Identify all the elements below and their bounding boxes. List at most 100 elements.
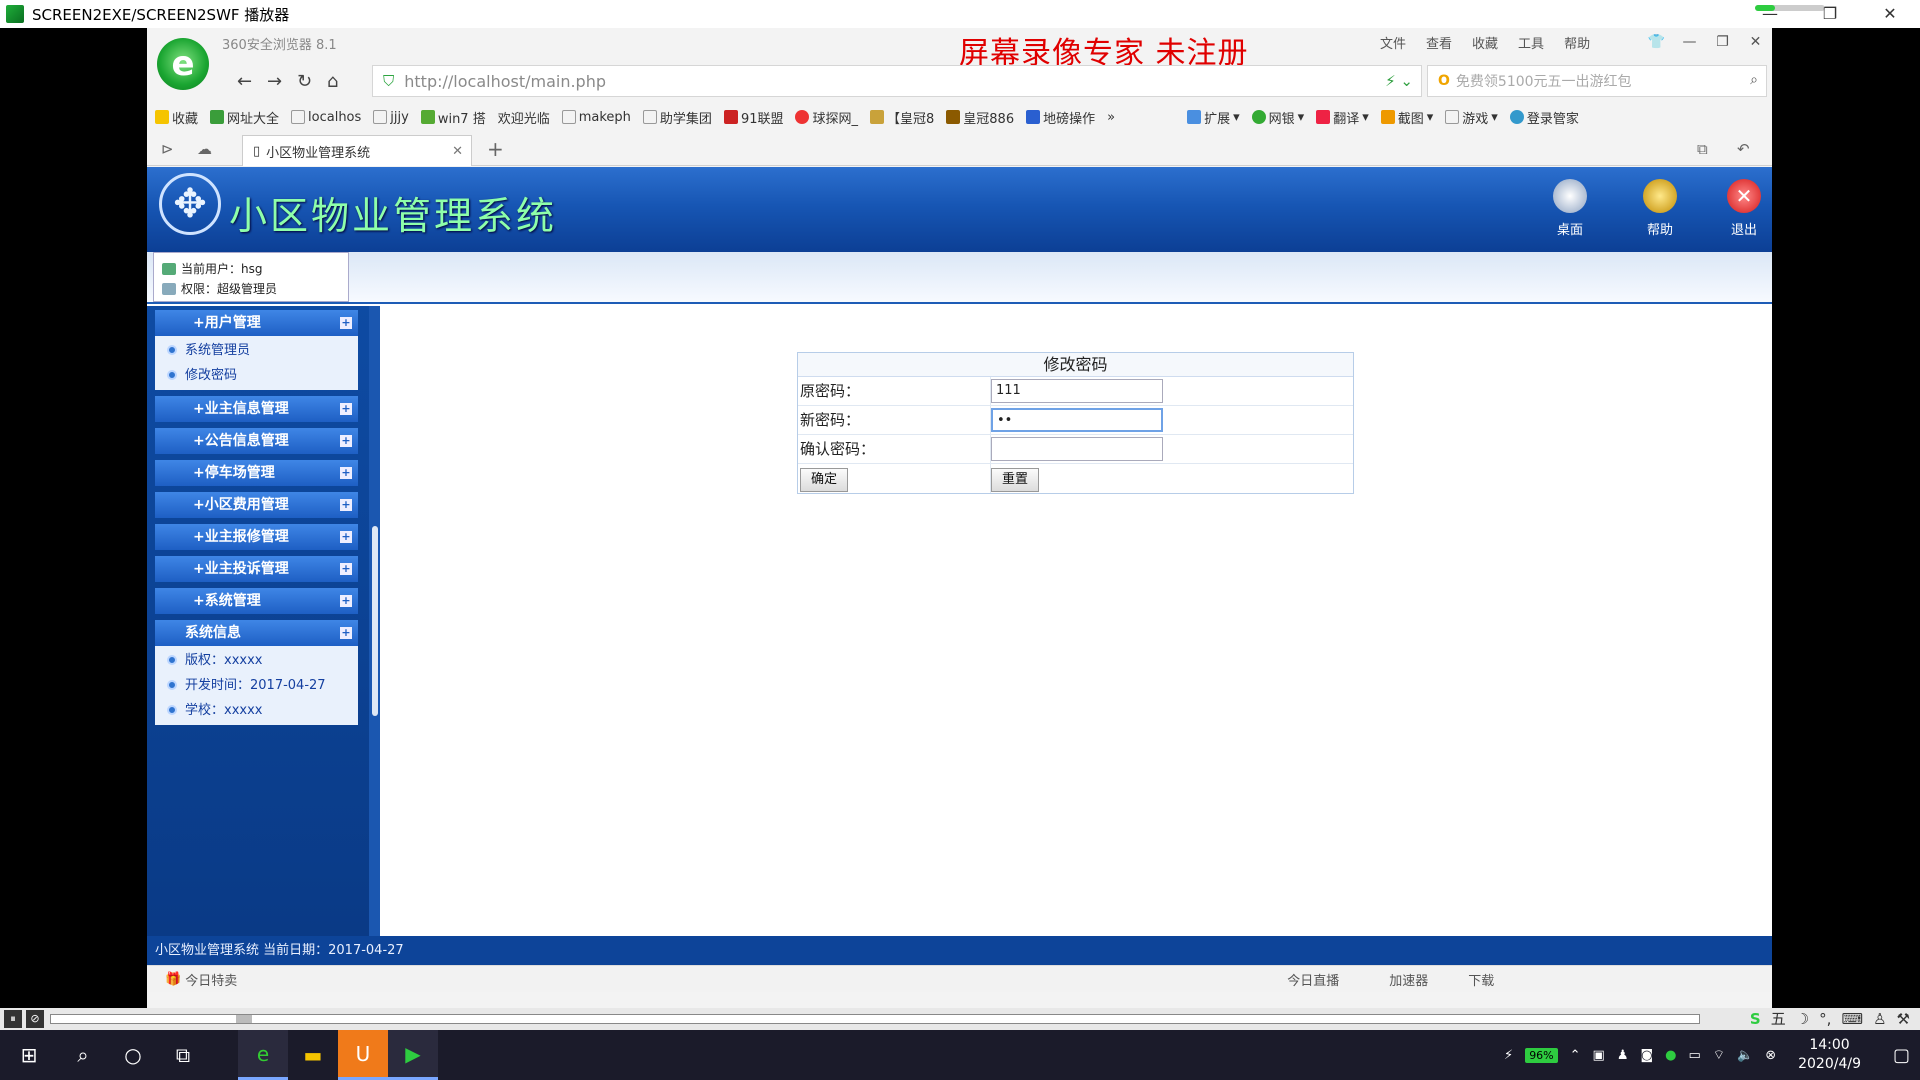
help-button[interactable]: 帮助: [1625, 179, 1695, 238]
camera-icon[interactable]: ▣: [1593, 1048, 1605, 1063]
expand-icon[interactable]: +: [340, 499, 352, 511]
undo-close-icon[interactable]: ↶: [1737, 140, 1750, 158]
fav-item[interactable]: 皇冠886: [946, 108, 1014, 127]
pause-icon[interactable]: ⏸: [4, 1010, 22, 1028]
search-input[interactable]: O 免费领5100元五一出游红包 ⌕: [1427, 65, 1767, 97]
menu-group-users[interactable]: +用户管理 +: [155, 310, 358, 336]
menu-group-sysinfo[interactable]: 系统信息 +: [155, 620, 358, 646]
browser-taskbar-icon[interactable]: e: [238, 1030, 288, 1080]
menu-file[interactable]: 文件: [1380, 33, 1406, 52]
qq-icon[interactable]: ♟: [1617, 1048, 1629, 1063]
start-icon[interactable]: ⊞: [0, 1030, 58, 1080]
volume-icon[interactable]: 🔈: [1737, 1048, 1753, 1063]
menu-group-notices[interactable]: +公告信息管理 +: [155, 428, 358, 454]
expand-icon[interactable]: +: [340, 531, 352, 543]
fav-item[interactable]: jjjy: [373, 110, 409, 125]
fav-item[interactable]: 球探网_: [795, 108, 858, 127]
old-password-input[interactable]: 111: [991, 379, 1163, 403]
keyboard-icon[interactable]: ⌨: [1841, 1008, 1863, 1030]
status-download[interactable]: 下载: [1468, 970, 1494, 989]
confirm-password-input[interactable]: [991, 437, 1163, 461]
search-taskbar-icon[interactable]: ⌕: [58, 1030, 108, 1080]
desktop-button[interactable]: 桌面: [1535, 179, 1605, 238]
expand-icon[interactable]: +: [340, 403, 352, 415]
tray-expand-icon[interactable]: ⌃: [1570, 1048, 1581, 1063]
menu-group-owners[interactable]: +业主信息管理 +: [155, 396, 358, 422]
network-off-icon[interactable]: ⊗: [1765, 1048, 1776, 1063]
fav-item[interactable]: makeph: [561, 110, 631, 125]
skin-icon[interactable]: 👕: [1640, 28, 1673, 56]
browser-restore-icon[interactable]: ❐: [1706, 28, 1739, 56]
menu-item-admins[interactable]: 系统管理员: [155, 338, 358, 363]
punct-icon[interactable]: °,: [1819, 1008, 1831, 1030]
minimize-icon[interactable]: —: [1740, 0, 1800, 28]
speed-icon[interactable]: ⚡ ⌄: [1385, 72, 1413, 90]
url-input[interactable]: ⛉ http://localhost/main.php ⚡ ⌄: [372, 65, 1422, 97]
menu-group-repairs[interactable]: +业主报修管理 +: [155, 524, 358, 550]
stop-icon[interactable]: ⊘: [26, 1010, 44, 1028]
fav-item[interactable]: 地磅操作: [1026, 108, 1095, 127]
new-tab-icon[interactable]: +: [487, 137, 504, 161]
menu-favorites[interactable]: 收藏: [1472, 33, 1498, 52]
notification-icon[interactable]: ▢: [1893, 1045, 1910, 1066]
fav-item[interactable]: 91联盟: [723, 108, 783, 127]
toolbar-login-manager[interactable]: 登录管家: [1509, 108, 1579, 127]
menu-item-change-password[interactable]: 修改密码: [155, 363, 358, 388]
sidebar-splitter[interactable]: [369, 306, 380, 936]
new-password-input[interactable]: ••: [991, 408, 1163, 432]
sidebar-toggle-icon[interactable]: ⊳: [161, 140, 174, 158]
expand-icon[interactable]: +: [340, 317, 352, 329]
tab-main[interactable]: ▯ 小区物业管理系统 ✕: [242, 135, 472, 166]
tab-close-icon[interactable]: ✕: [452, 144, 463, 159]
menu-group-complaints[interactable]: +业主投诉管理 +: [155, 556, 358, 582]
task-view-icon[interactable]: ⧉: [158, 1030, 208, 1080]
cortana-icon[interactable]: ○: [108, 1030, 158, 1080]
search-icon[interactable]: ⌕: [1750, 72, 1758, 88]
expand-icon[interactable]: +: [340, 435, 352, 447]
app-taskbar-icon[interactable]: U: [338, 1030, 388, 1080]
clock[interactable]: 14:00 2020/4/9: [1798, 1036, 1861, 1074]
expand-icon[interactable]: +: [340, 467, 352, 479]
logout-button[interactable]: ✕ 退出: [1709, 179, 1779, 238]
fav-item[interactable]: 网址大全: [210, 108, 279, 127]
player-taskbar-icon[interactable]: ▶: [388, 1030, 438, 1080]
progress-track[interactable]: [50, 1014, 1700, 1024]
battery-level[interactable]: 96%: [1525, 1047, 1558, 1063]
power-icon[interactable]: ▭: [1688, 1048, 1700, 1063]
fav-item[interactable]: 助学集团: [642, 108, 712, 127]
menu-help[interactable]: 帮助: [1564, 33, 1590, 52]
close-icon[interactable]: ✕: [1860, 0, 1920, 28]
moon-icon[interactable]: ☽: [1796, 1008, 1809, 1030]
wrench-icon[interactable]: ⚒: [1897, 1008, 1910, 1030]
reset-button[interactable]: 重置: [991, 468, 1040, 492]
back-icon[interactable]: ←: [237, 71, 252, 92]
toolbar-screenshot[interactable]: 截图 ▾: [1380, 108, 1433, 127]
menu-view[interactable]: 查看: [1426, 33, 1452, 52]
app-tray-icon[interactable]: ◙: [1641, 1048, 1654, 1063]
menu-tools[interactable]: 工具: [1518, 33, 1544, 52]
ime-logo-icon[interactable]: S: [1750, 1008, 1761, 1030]
restore-icon[interactable]: ❐: [1800, 0, 1860, 28]
expand-icon[interactable]: +: [340, 563, 352, 575]
fav-item[interactable]: 【皇冠8: [870, 108, 934, 127]
toolbar-bank[interactable]: 网银 ▾: [1251, 108, 1304, 127]
fav-item[interactable]: win7 搭: [420, 108, 486, 127]
fav-item[interactable]: localhos: [291, 110, 361, 125]
menu-group-fees[interactable]: +小区费用管理 +: [155, 492, 358, 518]
home-icon[interactable]: ⌂: [327, 71, 338, 92]
expand-icon[interactable]: +: [340, 627, 352, 639]
reload-icon[interactable]: ↻: [297, 71, 312, 92]
forward-icon[interactable]: →: [267, 71, 282, 92]
toolbar-extensions[interactable]: 扩展 ▾: [1187, 108, 1240, 127]
toolbar-translate[interactable]: 翻译 ▾: [1316, 108, 1369, 127]
submit-button[interactable]: 确定: [800, 468, 849, 492]
status-live[interactable]: 今日直播: [1287, 970, 1339, 989]
progress-thumb[interactable]: [236, 1015, 252, 1023]
toolbar-games[interactable]: 游戏 ▾: [1445, 108, 1498, 127]
tab-list-icon[interactable]: ⧉: [1697, 140, 1708, 158]
wifi-icon[interactable]: ⌔: [1713, 1047, 1725, 1063]
status-accelerator[interactable]: 加速器: [1389, 970, 1428, 989]
browser-close-icon[interactable]: ✕: [1739, 28, 1772, 56]
explorer-taskbar-icon[interactable]: ▬: [288, 1030, 338, 1080]
cloud-icon[interactable]: ☁: [197, 140, 212, 158]
